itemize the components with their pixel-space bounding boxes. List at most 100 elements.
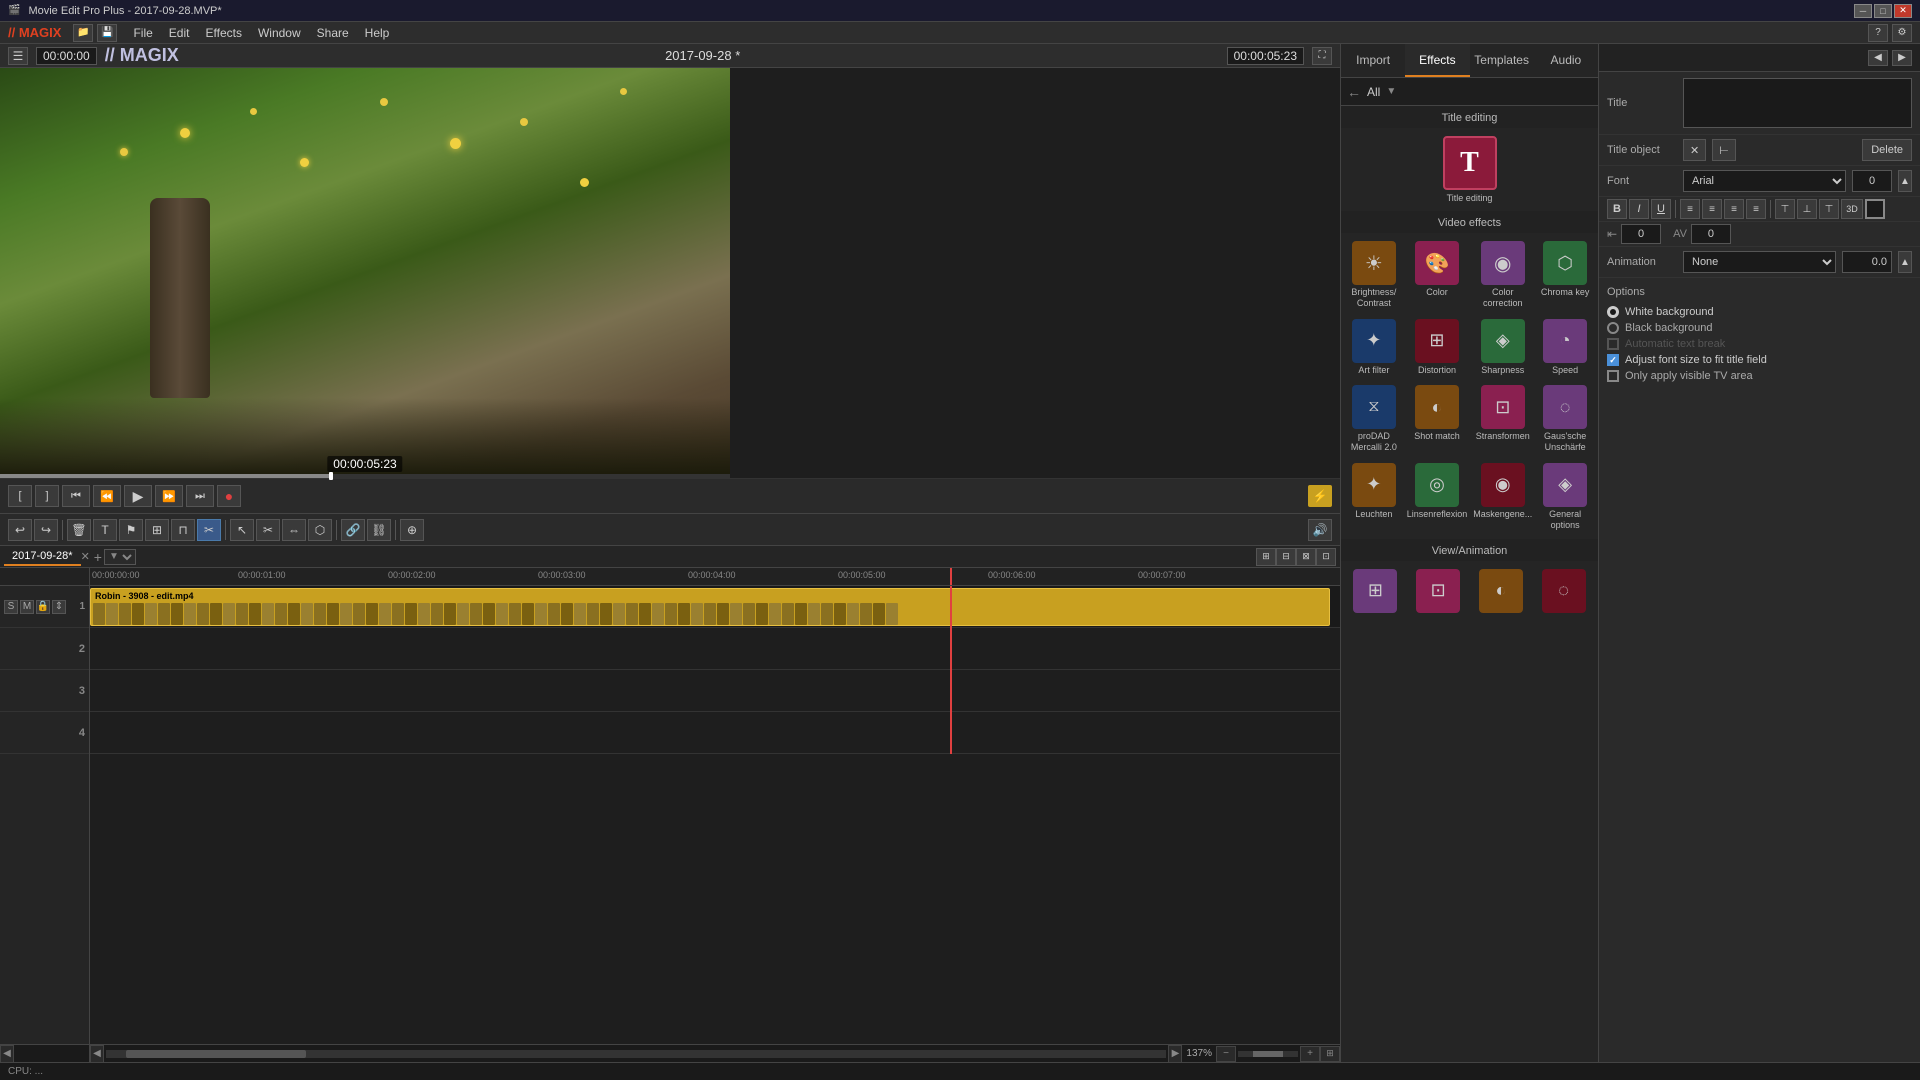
effect-blur[interactable]: ◌ Gaus'scheUnschärfe — [1536, 381, 1594, 457]
anim-value-up[interactable]: ▲ — [1898, 251, 1912, 273]
fmt-justify[interactable]: ≡ — [1746, 199, 1766, 219]
record-btn[interactable]: ● — [217, 485, 241, 507]
fmt-align-center[interactable]: ≡ — [1702, 199, 1722, 219]
timeline-view-4[interactable]: ⊡ — [1316, 548, 1336, 566]
zoom-out-btn[interactable]: − — [1216, 1046, 1236, 1062]
va-effect-2[interactable]: ⊡ — [1408, 565, 1469, 617]
effect-lens-flare[interactable]: ◎ Linsenreflexion — [1405, 459, 1470, 535]
fmt-3d[interactable]: 3D — [1841, 199, 1863, 219]
redo-btn[interactable]: ↪ — [34, 519, 58, 541]
track-expand-btn[interactable]: ⇕ — [52, 600, 66, 614]
tab-effects[interactable]: Effects — [1405, 44, 1469, 77]
title-obj-pin-btn[interactable]: ⊢ — [1712, 139, 1736, 161]
menu-edit[interactable]: Edit — [161, 24, 198, 42]
tab-audio[interactable]: Audio — [1534, 44, 1598, 77]
fmt-italic[interactable]: I — [1629, 199, 1649, 219]
effect-shot-match[interactable]: ◐ Shot match — [1405, 381, 1470, 457]
timeline-view-2[interactable]: ⊟ — [1276, 548, 1296, 566]
effect-mask[interactable]: ◉ Maskengene... — [1471, 459, 1534, 535]
vol-btn[interactable]: 🔊 — [1308, 519, 1332, 541]
effect-color-correction[interactable]: ◉ Colorcorrection — [1471, 237, 1534, 313]
add-tab-btn[interactable]: + — [94, 549, 102, 565]
tracking-value[interactable] — [1691, 224, 1731, 244]
va-effect-4[interactable]: ◌ — [1533, 565, 1594, 617]
effect-sharpness[interactable]: ◈ Sharpness — [1471, 315, 1534, 380]
minimize-button[interactable]: ─ — [1854, 4, 1872, 18]
menu-share[interactable]: Share — [309, 24, 357, 42]
select-btn[interactable]: ↖ — [230, 519, 254, 541]
playhead[interactable] — [950, 568, 952, 585]
menu-toggle-btn[interactable]: ☰ — [8, 47, 28, 65]
tab-dropdown[interactable]: ▼ — [104, 549, 136, 565]
fmt-bold[interactable]: B — [1607, 199, 1627, 219]
close-button[interactable]: ✕ — [1894, 4, 1912, 18]
undo-btn[interactable]: ↩ — [8, 519, 32, 541]
white-bg-option[interactable]: White background — [1607, 304, 1912, 320]
timeline-scroll-left[interactable]: ◀ — [0, 1045, 14, 1063]
effects-scroll-area[interactable]: Title editing T Title editing Video effe… — [1341, 106, 1598, 1062]
timeline-view-1[interactable]: ⊞ — [1256, 548, 1276, 566]
mute-btn[interactable]: M — [20, 600, 34, 614]
fmt-valign-mid[interactable]: ⊥ — [1797, 199, 1817, 219]
animation-select[interactable]: None — [1683, 251, 1836, 273]
toolbar-icon-2[interactable]: 💾 — [97, 24, 117, 42]
timeline-tab[interactable]: 2017-09-28* — [4, 548, 81, 566]
tab-import[interactable]: Import — [1341, 44, 1405, 77]
effect-transform[interactable]: ⊡ Stransformen — [1471, 381, 1534, 457]
delete-btn[interactable]: Delete — [1862, 139, 1912, 161]
splice-btn[interactable]: ⊕ — [400, 519, 424, 541]
title-obj-x-btn[interactable]: ✕ — [1683, 139, 1706, 161]
in-point-btn[interactable]: [ — [8, 485, 32, 507]
play-btn[interactable]: ▶ — [124, 485, 152, 507]
timeline-scroll-right[interactable]: ▶ — [1168, 1045, 1182, 1063]
snap-btn[interactable]: ⊞ — [145, 519, 169, 541]
title-input-box[interactable] — [1683, 78, 1912, 128]
effect-brightness[interactable]: ☀ Brightness/Contrast — [1345, 237, 1403, 313]
settings-icon-btn[interactable]: ⚙ — [1892, 24, 1912, 42]
effect-general[interactable]: ◈ Generaloptions — [1536, 459, 1594, 535]
help-icon-btn[interactable]: ? — [1868, 24, 1888, 42]
out-point-btn[interactable]: ] — [35, 485, 59, 507]
effects-back-btn[interactable]: ← — [1347, 84, 1361, 100]
effect-color[interactable]: 🎨 Color — [1405, 237, 1470, 313]
prev-frame-btn[interactable]: ⏪ — [93, 485, 121, 507]
auto-text-option[interactable]: Automatic text break — [1607, 336, 1912, 352]
fmt-valign-top[interactable]: ⊤ — [1775, 199, 1795, 219]
timeline-scroll-left2[interactable]: ◀ — [90, 1045, 104, 1063]
ripple-btn[interactable]: ⇔ — [282, 519, 306, 541]
video-clip[interactable]: Robin - 3908 - edit.mp4 — [90, 588, 1330, 626]
props-nav-right[interactable]: ▶ — [1892, 50, 1912, 66]
fmt-valign-bot[interactable]: ⊤ — [1819, 199, 1839, 219]
next-frame-btn[interactable]: ⏩ — [155, 485, 183, 507]
font-size-up[interactable]: ▲ — [1898, 170, 1912, 192]
preview-seekbar[interactable] — [0, 474, 730, 478]
menu-file[interactable]: File — [125, 24, 160, 42]
black-bg-option[interactable]: Black background — [1607, 320, 1912, 336]
font-select[interactable]: Arial — [1683, 170, 1846, 192]
animation-value-input[interactable] — [1842, 251, 1892, 273]
fmt-underline[interactable]: U — [1651, 199, 1671, 219]
menu-window[interactable]: Window — [250, 24, 309, 42]
link-btn[interactable]: 🔗 — [341, 519, 365, 541]
timeline-scrollbar[interactable] — [106, 1050, 1166, 1058]
cut-btn[interactable]: ✂ — [256, 519, 280, 541]
va-effect-3[interactable]: ◐ — [1471, 565, 1532, 617]
visible-tv-option[interactable]: Only apply visible TV area — [1607, 368, 1912, 384]
va-effect-1[interactable]: ⊞ — [1345, 565, 1406, 617]
prev-marker-btn[interactable]: ⏮ — [62, 485, 90, 507]
tab-templates[interactable]: Templates — [1470, 44, 1534, 77]
font-size-input[interactable] — [1852, 170, 1892, 192]
bookmark-btn[interactable]: ⚑ — [119, 519, 143, 541]
maximize-button[interactable]: □ — [1874, 4, 1892, 18]
delete-btn[interactable]: 🗑 — [67, 519, 91, 541]
next-marker-btn[interactable]: ⏭ — [186, 485, 214, 507]
fit-btn[interactable]: ⊞ — [1320, 1046, 1340, 1062]
fmt-align-right[interactable]: ≡ — [1724, 199, 1744, 219]
group-btn[interactable]: ⊓ — [171, 519, 195, 541]
lock-btn[interactable]: 🔒 — [36, 600, 50, 614]
menu-help[interactable]: Help — [357, 24, 398, 42]
effect-chroma-key[interactable]: ⬡ Chroma key — [1536, 237, 1594, 313]
menu-effects[interactable]: Effects — [197, 24, 249, 42]
toolbar-icon-1[interactable]: 📁 — [73, 24, 93, 42]
trim-btn[interactable]: ✂ — [197, 519, 221, 541]
